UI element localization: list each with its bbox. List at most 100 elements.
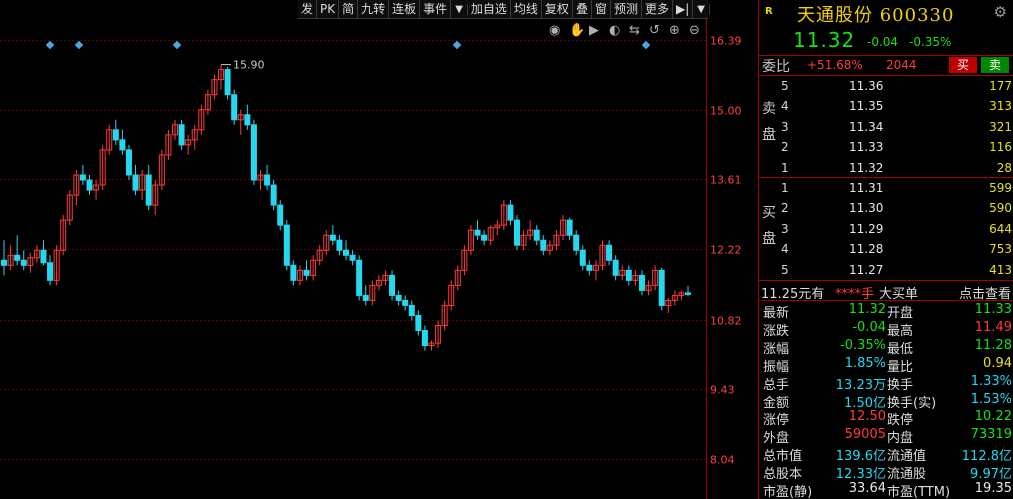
toolbar-item-4[interactable]: 连板 xyxy=(389,0,421,19)
ask-row[interactable]: 5 11.36 177 xyxy=(759,76,1013,96)
ask-volume: 321 xyxy=(989,119,1012,134)
candle-body xyxy=(303,269,310,276)
ask-row[interactable]: 2 11.33 116 xyxy=(759,137,1013,157)
weibi-pct: +51.68% xyxy=(807,58,863,72)
candle-body xyxy=(356,259,363,296)
bid-volume: 644 xyxy=(989,221,1012,236)
event-marker-icon xyxy=(172,40,182,50)
candle-body xyxy=(270,184,277,206)
candle-body xyxy=(421,330,428,347)
toolbar-item-12[interactable]: 预测 xyxy=(611,0,642,19)
bid-row[interactable]: 2 11.30 590 xyxy=(759,198,1013,218)
toolbar-item-9[interactable]: 复权 xyxy=(542,0,573,19)
y-tick-label: 10.82 xyxy=(710,315,742,328)
candle-body xyxy=(132,174,139,191)
chart-tool-icon[interactable]: ⊖ xyxy=(689,23,700,38)
chart-tool-icon[interactable]: ▶ xyxy=(589,23,599,38)
toolbar-item-13[interactable]: 更多 xyxy=(642,0,673,19)
candle-body xyxy=(336,239,343,251)
stat-value: -0.04 xyxy=(852,319,886,335)
candle-body xyxy=(507,204,514,221)
stock-code: 600330 xyxy=(879,5,955,26)
bid-row[interactable]: 3 11.29 644 xyxy=(759,219,1013,239)
candle-body xyxy=(86,179,93,191)
y-tick-label: 15.00 xyxy=(710,105,742,118)
candle-body xyxy=(79,174,86,181)
chart-tool-icon[interactable]: ⊕ xyxy=(669,23,680,38)
stat-value: 1.33% xyxy=(970,373,1012,389)
stats-row: 总市值 139.6亿 流通值 112.8亿 xyxy=(759,444,1013,464)
stats-row: 金额 1.50亿 换手(实) 1.53% xyxy=(759,391,1013,411)
chart-tool-icon[interactable]: ⇆ xyxy=(629,23,640,38)
candle-body xyxy=(579,249,586,266)
candle-body xyxy=(290,264,297,281)
stock-title: 天通股份 600330 xyxy=(797,1,954,27)
event-marker-icon xyxy=(452,40,462,50)
candle-body xyxy=(685,292,691,295)
toolbar-item-11[interactable]: 窗 xyxy=(592,0,611,19)
bid-row[interactable]: 1 11.31 599 xyxy=(759,178,1013,198)
bid-volume: 413 xyxy=(989,262,1012,277)
candle-body xyxy=(20,259,27,266)
chart-tool-icon[interactable]: ↺ xyxy=(649,23,660,38)
gear-icon[interactable]: ⚙ xyxy=(994,3,1007,21)
r-mark: R xyxy=(765,6,773,17)
candle-body xyxy=(625,269,632,281)
toolbar-item-14[interactable]: ▶| xyxy=(673,0,694,19)
event-marker-icon xyxy=(74,40,84,50)
toolbar-item-5[interactable]: 事件 xyxy=(420,0,452,19)
event-marker-icon xyxy=(641,40,651,50)
candle-body xyxy=(389,274,396,296)
bid-level: 1 xyxy=(781,181,789,195)
ask-row[interactable]: 4 11.35 313 xyxy=(759,96,1013,116)
ask-price: 11.35 xyxy=(849,99,884,114)
candle-body xyxy=(533,229,540,241)
stock-name: 天通股份 xyxy=(797,5,873,26)
stock-app: 发 PK 简九转 连板 事件 ▼ 加自选 均线 复权叠窗预测 更多 ▶| ▼ 16.39 15.00 13… xyxy=(0,0,1013,499)
weibi-row: 委比 +51.68% 2044 买 卖 xyxy=(759,56,1013,75)
toolbar-item-3[interactable]: 九转 xyxy=(358,0,390,19)
ask-volume: 177 xyxy=(989,79,1012,93)
y-tick-label: 8.04 xyxy=(710,454,735,467)
ask-volume: 28 xyxy=(996,160,1012,175)
bid-level: 2 xyxy=(781,201,789,216)
stat-value: 1.53% xyxy=(970,391,1012,407)
candle-body xyxy=(474,229,481,236)
stats-row: 涨跌 -0.04 最高 11.49 xyxy=(759,319,1013,339)
kline-svg[interactable]: 16.39 15.00 13.61 12.22 10.82 9.43 8.04 ◉ ✋ ▶ ◐ ⇆ ↺ ⊕… xyxy=(0,19,758,499)
ask-row[interactable]: 1 11.32 28 xyxy=(759,158,1013,178)
toolbar-item-1[interactable]: PK xyxy=(317,0,340,19)
stat-value: 59005 xyxy=(844,427,886,443)
bid-price: 11.29 xyxy=(849,221,884,236)
candle-body xyxy=(343,249,349,256)
ask-row[interactable]: 3 11.34 321 xyxy=(759,117,1013,137)
big-order-row[interactable]: 11.25元有 ****手 大买单 点击查看 xyxy=(759,282,1013,302)
buy-button[interactable]: 买 xyxy=(949,57,977,73)
candle-body xyxy=(264,174,271,186)
chart-tool-icon[interactable]: ◐ xyxy=(609,23,620,38)
chart-tool-icon[interactable]: ✋ xyxy=(569,22,585,38)
sell-button[interactable]: 卖 xyxy=(981,57,1009,73)
bid-price: 11.27 xyxy=(849,262,884,277)
candle-body xyxy=(606,244,613,261)
bid-row[interactable]: 4 11.28 753 xyxy=(759,239,1013,259)
candle-body xyxy=(349,254,356,261)
toolbar-item-6[interactable]: ▼ xyxy=(451,3,468,15)
stats-row: 涨停 12.50 跌停 10.22 xyxy=(759,408,1013,428)
candle-body xyxy=(14,254,21,261)
toolbar-item-15[interactable]: ▼ xyxy=(693,3,710,15)
stat-value: 0.94 xyxy=(983,355,1012,371)
toolbar-item-10[interactable]: 叠 xyxy=(573,0,592,19)
kline-chart[interactable]: 16.39 15.00 13.61 12.22 10.82 9.43 8.04 ◉ ✋ ▶ ◐ ⇆ ↺ ⊕… xyxy=(0,19,758,499)
candle-body xyxy=(540,239,547,251)
candle-body xyxy=(250,124,257,181)
toolbar-item-8[interactable]: 均线 xyxy=(511,0,542,19)
stat-value: 73319 xyxy=(970,427,1012,443)
chart-tool-icon[interactable]: ◉ xyxy=(549,23,560,38)
toolbar-item-2[interactable]: 简 xyxy=(339,0,359,19)
toolbar-item-7[interactable]: 加自选 xyxy=(468,0,511,19)
candle-body xyxy=(638,274,645,291)
candle-body xyxy=(415,314,422,332)
toolbar-item-0[interactable]: 发 xyxy=(298,0,318,19)
bid-row[interactable]: 5 11.27 413 xyxy=(759,260,1013,280)
